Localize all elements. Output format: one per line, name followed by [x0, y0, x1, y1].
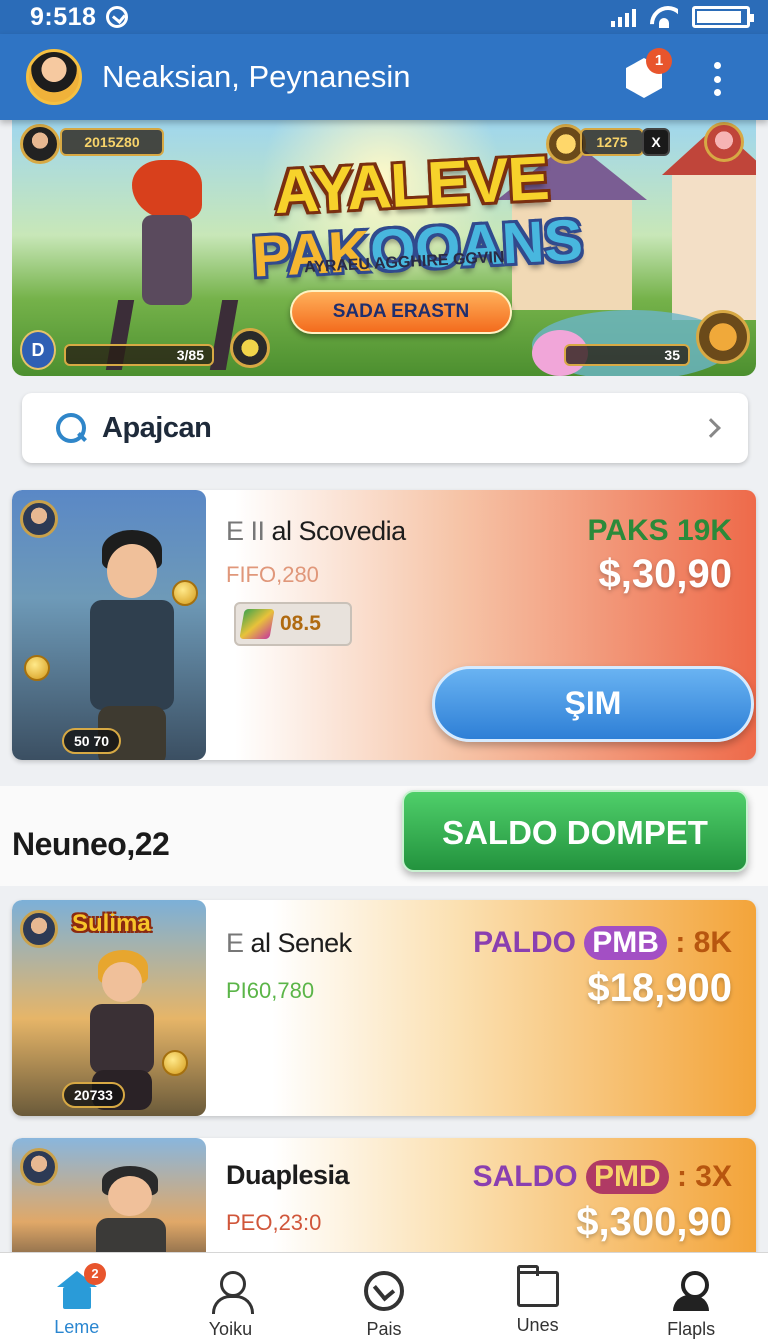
banner-cta-button[interactable]: SADA ERASTN: [290, 290, 512, 334]
nav-badge: 2: [84, 1263, 106, 1285]
offer-art: Sulima 20733: [12, 900, 206, 1116]
buy-button[interactable]: ŞIM: [432, 666, 754, 742]
wifi-icon: [650, 6, 678, 28]
offer-subtitle: PI60,780: [226, 978, 315, 1003]
player-avatar-icon: [20, 124, 60, 164]
search-input[interactable]: Apajcan: [102, 412, 212, 445]
score-hud: 2015Z80: [60, 128, 164, 156]
offer-subtitle: PEO,23:0: [226, 1210, 322, 1235]
art-counter: 50 70: [62, 728, 122, 754]
app-bar: Neaksian, Peynanesin 1: [0, 34, 768, 120]
hero-character-illustration: [72, 160, 242, 370]
offer-card[interactable]: 50 70 E II al Scovedia FIFO,280 08.5 PAK…: [12, 490, 756, 760]
art-counter: 20733: [62, 1082, 125, 1108]
nav-item-flapls[interactable]: Flapls: [614, 1253, 768, 1344]
pet-avatar-icon: [704, 122, 744, 162]
nav-label: Unes: [516, 1315, 559, 1335]
sync-icon: [106, 6, 129, 28]
offer-price: $,300,90: [576, 1200, 732, 1244]
offer-tag: PALDO PMB : 8K: [473, 926, 732, 960]
avatar: [20, 500, 58, 538]
wallet-section: Neuneo,22 SALDO DOMPET: [0, 786, 768, 886]
nav-label: Yoiku: [208, 1319, 253, 1339]
chevron-right-icon[interactable]: [701, 418, 721, 438]
bottom-nav: 2 Leme Yoiku Pais Unes Flapls: [0, 1252, 768, 1344]
nav-item-unes[interactable]: Unes: [461, 1253, 615, 1344]
nav-item-home[interactable]: 2 Leme: [0, 1253, 154, 1344]
offer-name: Duaplesia: [226, 1160, 350, 1190]
level-badge-icon: D: [20, 330, 56, 370]
user-icon: [210, 1271, 255, 1314]
folder-icon: [516, 1265, 559, 1307]
art-title: Sulima: [72, 910, 151, 937]
search-icon: [56, 413, 86, 443]
nav-label: Flapls: [667, 1319, 716, 1339]
offer-name: E al Senek: [226, 928, 352, 958]
gem-icon: [239, 609, 275, 639]
notification-badge: 1: [646, 48, 672, 74]
offer-subtitle: FIFO,280: [226, 562, 319, 587]
lightning-icon: [230, 328, 270, 368]
gold-hud: 1275: [580, 128, 644, 156]
rating-chip: 08.5: [234, 602, 352, 646]
coin-icon: [172, 580, 198, 606]
bowl-icon: [162, 1050, 188, 1076]
wallet-balance-button[interactable]: SALDO DOMPET: [402, 790, 748, 872]
avatar: [20, 910, 58, 948]
nav-item-pais[interactable]: Pais: [307, 1253, 461, 1344]
avatar[interactable]: [26, 49, 82, 105]
status-bar: 9:518: [0, 0, 768, 34]
bowl-icon[interactable]: [696, 310, 750, 364]
section-label: Neuneo,22: [12, 826, 170, 862]
offer-art: 50 70: [12, 490, 206, 760]
close-icon[interactable]: X: [642, 128, 670, 156]
status-icons: [611, 6, 754, 28]
more-menu-icon[interactable]: [714, 62, 722, 96]
promo-banner[interactable]: 2015Z80 1275 X D 3/85 35 AYALEVE PAKOOAN…: [12, 120, 756, 376]
status-time: 9:518: [30, 2, 97, 31]
offer-tag: PAKS 19K: [587, 514, 733, 547]
energy-bar: 35: [564, 344, 690, 366]
offer-name: E II al Scovedia: [226, 516, 406, 546]
offer-tag: SALDO PMD : 3X: [472, 1160, 732, 1194]
offer-price: $,30,90: [598, 552, 732, 596]
app-title: Neaksian, Peynanesin: [102, 59, 411, 94]
avatar: [20, 1148, 58, 1186]
health-bar: 3/85: [64, 344, 214, 366]
coin-icon: [24, 655, 50, 681]
house-illustration: [662, 125, 756, 320]
nav-label: Leme: [54, 1317, 100, 1337]
offer-price: $18,900: [587, 966, 732, 1010]
clock-icon: [363, 1271, 404, 1311]
battery-icon: [692, 6, 754, 28]
nav-label: Pais: [366, 1319, 402, 1339]
person-icon: [671, 1271, 711, 1311]
search-bar[interactable]: Apajcan: [22, 393, 748, 463]
offer-card[interactable]: Sulima 20733 E al Senek PI60,780 PALDO P…: [12, 900, 756, 1116]
signal-icon: [611, 7, 636, 27]
nav-item-yoiku[interactable]: Yoiku: [154, 1253, 308, 1344]
